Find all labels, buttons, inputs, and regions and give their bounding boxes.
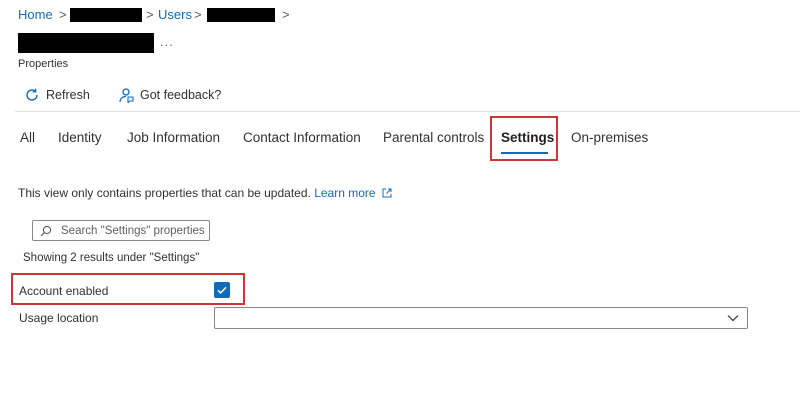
account-enabled-checkbox[interactable]: [214, 282, 230, 298]
search-input[interactable]: [61, 224, 211, 237]
breadcrumb-separator: >: [59, 7, 67, 22]
breadcrumb: Home > > Users > >: [18, 7, 318, 23]
info-message: This view only contains properties that …: [18, 186, 392, 201]
tab-job-information[interactable]: Job Information: [127, 130, 220, 145]
search-icon: [40, 225, 52, 237]
learn-more-label: Learn more: [314, 186, 376, 200]
feedback-icon: [117, 87, 134, 103]
tab-all[interactable]: All: [20, 130, 35, 145]
settings-tab-highlight: [490, 116, 558, 161]
refresh-label: Refresh: [46, 88, 90, 102]
more-options-ellipsis[interactable]: ...: [160, 34, 174, 49]
chevron-down-icon: [727, 313, 739, 323]
page-subtitle: Properties: [18, 58, 69, 70]
tab-on-premises[interactable]: On-premises: [571, 130, 648, 145]
breadcrumb-separator: >: [146, 7, 154, 22]
breadcrumb-home-link[interactable]: Home: [18, 7, 53, 22]
feedback-label: Got feedback?: [140, 88, 222, 102]
external-link-icon: [382, 187, 392, 201]
breadcrumb-users-link[interactable]: Users: [158, 7, 192, 22]
account-enabled-label: Account enabled: [19, 284, 109, 298]
breadcrumb-separator: >: [194, 7, 202, 22]
page-title-redacted: [18, 33, 154, 53]
checkmark-icon: [216, 284, 228, 296]
learn-more-link[interactable]: Learn more: [314, 186, 392, 200]
usage-location-label: Usage location: [19, 311, 99, 325]
toolbar-divider: [15, 111, 800, 112]
feedback-button[interactable]: Got feedback?: [117, 87, 221, 103]
tab-contact-information[interactable]: Contact Information: [243, 130, 361, 145]
tab-list: All Identity Job Information Contact Inf…: [0, 128, 800, 158]
breadcrumb-separator: >: [282, 7, 290, 22]
info-text: This view only contains properties that …: [18, 186, 311, 200]
properties-search-box[interactable]: [32, 220, 211, 241]
usage-location-dropdown[interactable]: [214, 307, 748, 329]
refresh-icon: [24, 87, 40, 103]
tab-parental-controls[interactable]: Parental controls: [383, 130, 484, 145]
results-count: Showing 2 results under "Settings": [23, 252, 200, 264]
redacted-tenant: [70, 8, 142, 22]
tab-identity[interactable]: Identity: [58, 130, 102, 145]
refresh-button[interactable]: Refresh: [24, 87, 90, 103]
redacted-user-crumb: [207, 8, 275, 22]
